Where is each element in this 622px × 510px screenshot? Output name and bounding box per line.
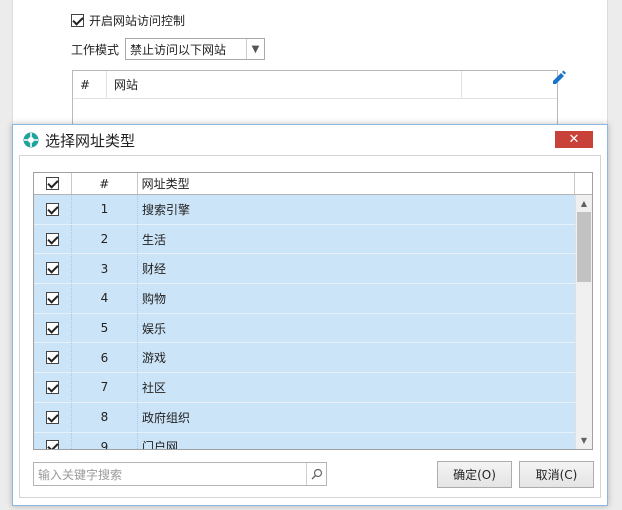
- row-type: 游戏: [138, 343, 577, 373]
- table-header: # 网址类型: [34, 173, 592, 195]
- row-number: 5: [72, 313, 138, 343]
- table-row[interactable]: 9 门户网: [34, 432, 577, 449]
- row-checkbox-cell[interactable]: [34, 373, 72, 402]
- row-checkbox-cell[interactable]: [34, 195, 72, 224]
- table-row[interactable]: 3 财经: [34, 254, 577, 285]
- row-type: 财经: [138, 254, 577, 284]
- website-table-header: # 网站: [73, 71, 557, 99]
- row-type: 社区: [138, 373, 577, 402]
- row-type: 政府组织: [138, 402, 577, 432]
- row-type: 生活: [138, 224, 577, 254]
- column-header-num: #: [72, 173, 138, 194]
- row-checkbox[interactable]: [46, 291, 59, 305]
- search-button[interactable]: [306, 463, 326, 485]
- website-table: # 网站: [72, 70, 558, 130]
- select-all-checkbox[interactable]: [45, 177, 59, 190]
- cancel-button[interactable]: 取消(C): [519, 461, 594, 488]
- column-header-type: 网址类型: [138, 173, 576, 194]
- row-checkbox[interactable]: [46, 202, 59, 216]
- row-checkbox-cell[interactable]: [34, 254, 72, 284]
- work-mode-select[interactable]: 禁止访问以下网站 ▼: [125, 38, 266, 60]
- row-checkbox-cell[interactable]: [34, 224, 72, 254]
- ok-button[interactable]: 确定(O): [437, 461, 512, 488]
- row-checkbox[interactable]: [46, 380, 59, 394]
- vertical-scrollbar[interactable]: ▲ ▼: [575, 195, 592, 449]
- row-type: 娱乐: [138, 313, 577, 343]
- row-checkbox-cell[interactable]: [34, 432, 72, 449]
- search-icon: [311, 468, 322, 480]
- website-table-col-extra: [462, 71, 557, 98]
- column-header-filler: [575, 173, 592, 194]
- row-number: 6: [72, 343, 138, 373]
- scrollbar-thumb[interactable]: [577, 212, 591, 282]
- table-body: 1 搜索引擎 2 生活 3 财经 4 购物 5 娱乐 6 游戏 7 社区 8 政府组织 9 门户网: [34, 195, 577, 449]
- app-logo-icon: [23, 132, 39, 148]
- row-checkbox[interactable]: [46, 440, 59, 449]
- work-mode-value: 禁止访问以下网站: [130, 42, 227, 57]
- row-number: 9: [72, 432, 138, 449]
- row-checkbox-cell[interactable]: [34, 343, 72, 373]
- row-number: 8: [72, 402, 138, 432]
- close-button[interactable]: ✕: [555, 131, 593, 148]
- website-table-col-site: 网站: [107, 71, 462, 98]
- work-mode-label: 工作模式: [71, 42, 120, 57]
- table-row[interactable]: 2 生活: [34, 224, 577, 255]
- pencil-edit-icon[interactable]: [550, 68, 568, 86]
- row-checkbox-cell[interactable]: [34, 402, 72, 432]
- keyword-search-box[interactable]: 输入关键字搜索: [33, 462, 327, 486]
- table-row[interactable]: 4 购物: [34, 284, 577, 314]
- row-type: 搜索引擎: [138, 195, 577, 224]
- dialog-content: # 网址类型 1 搜索引擎 2 生活 3 财经 4 购物 5 娱乐 6 游戏 7 社区 8 政府组织 9 门户网 …: [19, 155, 601, 498]
- select-all-cell[interactable]: [34, 173, 72, 194]
- enable-access-control-label: 开启网站访问控制: [89, 14, 186, 28]
- website-table-col-num: #: [73, 71, 107, 98]
- row-number: 7: [72, 373, 138, 402]
- scroll-up-icon[interactable]: ▲: [576, 195, 592, 212]
- dialog-title: 选择网址类型: [45, 131, 136, 150]
- url-type-table: # 网址类型 1 搜索引擎 2 生活 3 财经 4 购物 5 娱乐 6 游戏 7 社区 8 政府组织 9 门户网 …: [33, 172, 593, 450]
- dialog-titlebar[interactable]: 选择网址类型 ✕: [13, 125, 607, 155]
- row-number: 4: [72, 284, 138, 313]
- table-row[interactable]: 5 娱乐: [34, 313, 577, 344]
- enable-access-control-row[interactable]: 开启网站访问控制: [71, 12, 185, 29]
- chevron-down-icon[interactable]: ▼: [246, 39, 264, 59]
- row-type: 购物: [138, 284, 577, 313]
- table-row[interactable]: 1 搜索引擎: [34, 195, 577, 225]
- row-checkbox[interactable]: [46, 351, 59, 365]
- row-checkbox[interactable]: [46, 232, 59, 246]
- table-row[interactable]: 8 政府组织: [34, 402, 577, 433]
- table-row[interactable]: 7 社区: [34, 373, 577, 403]
- select-url-type-dialog: 选择网址类型 ✕ # 网址类型 1 搜索引擎 2 生活 3 财经 4 购物 5 娱乐 6 游戏 7 社区 8…: [12, 124, 608, 506]
- row-number: 1: [72, 195, 138, 224]
- row-type: 门户网: [138, 432, 577, 449]
- row-checkbox[interactable]: [46, 262, 59, 276]
- row-checkbox-cell[interactable]: [34, 284, 72, 313]
- row-number: 3: [72, 254, 138, 284]
- scroll-down-icon[interactable]: ▼: [576, 432, 592, 449]
- row-number: 2: [72, 224, 138, 254]
- search-input[interactable]: 输入关键字搜索: [34, 466, 306, 483]
- row-checkbox-cell[interactable]: [34, 313, 72, 343]
- table-row[interactable]: 6 游戏: [34, 343, 577, 374]
- enable-access-control-checkbox[interactable]: [71, 14, 84, 27]
- work-mode-row: 工作模式 禁止访问以下网站 ▼: [71, 38, 266, 60]
- row-checkbox[interactable]: [46, 410, 59, 424]
- row-checkbox[interactable]: [46, 321, 59, 335]
